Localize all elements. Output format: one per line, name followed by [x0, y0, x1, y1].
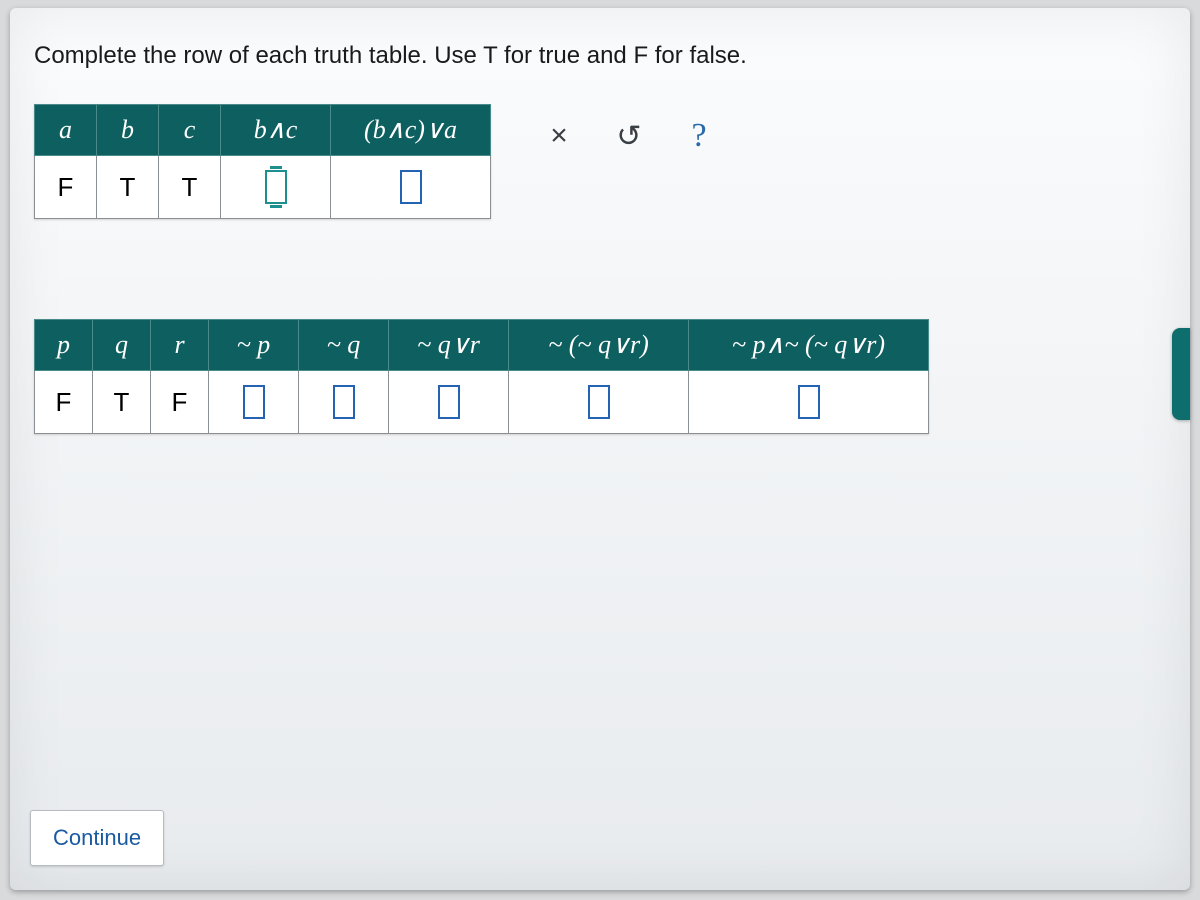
x-icon: × — [550, 119, 568, 153]
table2-cell-final[interactable] — [689, 371, 929, 434]
table2-data-row: F T F — [35, 371, 929, 434]
table1-header-bc-or-a: (b∧c)∨a — [331, 105, 491, 156]
toolbar: × ↺ ? — [541, 104, 717, 154]
table2-header-r: r — [151, 320, 209, 371]
table2-cell-not-notq-or-r[interactable] — [509, 371, 689, 434]
table1-header-row: a b c b∧c (b∧c)∨a — [35, 105, 491, 156]
answer-input[interactable] — [400, 170, 422, 204]
table1-cell-b: T — [97, 156, 159, 219]
table2-header-q: q — [93, 320, 151, 371]
help-icon: ? — [691, 117, 706, 155]
answer-input[interactable] — [798, 385, 820, 419]
table2-cell-q: T — [93, 371, 151, 434]
table2-header-notq-or-r: ~ q∨r — [389, 320, 509, 371]
table2-header-row: p q r ~ p ~ q ~ q∨r ~ (~ q∨r) ~ p∧~ (~ q… — [35, 320, 929, 371]
table1-data-row: F T T — [35, 156, 491, 219]
table1-cell-c: T — [159, 156, 221, 219]
table1-cell-bc-or-a[interactable] — [331, 156, 491, 219]
table2-cell-p: F — [35, 371, 93, 434]
side-tab[interactable] — [1172, 328, 1190, 420]
table2-header-not-notq-or-r: ~ (~ q∨r) — [509, 320, 689, 371]
table2-header-final: ~ p∧~ (~ q∨r) — [689, 320, 929, 371]
help-button[interactable]: ? — [681, 118, 717, 154]
undo-icon: ↺ — [616, 119, 641, 154]
truth-table-1: a b c b∧c (b∧c)∨a F T T — [34, 104, 491, 219]
row-table2: p q r ~ p ~ q ~ q∨r ~ (~ q∨r) ~ p∧~ (~ q… — [34, 319, 1166, 434]
undo-button[interactable]: ↺ — [611, 118, 647, 154]
reset-button[interactable]: × — [541, 118, 577, 154]
table1-cell-a: F — [35, 156, 97, 219]
table2-cell-not-p[interactable] — [209, 371, 299, 434]
table1-cell-b-and-c[interactable] — [221, 156, 331, 219]
truth-table-2: p q r ~ p ~ q ~ q∨r ~ (~ q∨r) ~ p∧~ (~ q… — [34, 319, 929, 434]
answer-input[interactable] — [265, 170, 287, 204]
continue-button[interactable]: Continue — [30, 810, 164, 866]
question-screen: Complete the row of each truth table. Us… — [10, 8, 1190, 890]
table2-header-not-q: ~ q — [299, 320, 389, 371]
prompt-text: Complete the row of each truth table. Us… — [34, 42, 1166, 70]
answer-input[interactable] — [588, 385, 610, 419]
table1-header-b-and-c: b∧c — [221, 105, 331, 156]
table2-header-p: p — [35, 320, 93, 371]
table2-cell-not-q[interactable] — [299, 371, 389, 434]
answer-input[interactable] — [333, 385, 355, 419]
row-table1: a b c b∧c (b∧c)∨a F T T × ↺ ? — [34, 104, 1166, 219]
table1-header-c: c — [159, 105, 221, 156]
answer-input[interactable] — [438, 385, 460, 419]
table2-header-not-p: ~ p — [209, 320, 299, 371]
table1-header-a: a — [35, 105, 97, 156]
answer-input[interactable] — [243, 385, 265, 419]
table1-header-b: b — [97, 105, 159, 156]
table2-cell-r: F — [151, 371, 209, 434]
table2-cell-notq-or-r[interactable] — [389, 371, 509, 434]
